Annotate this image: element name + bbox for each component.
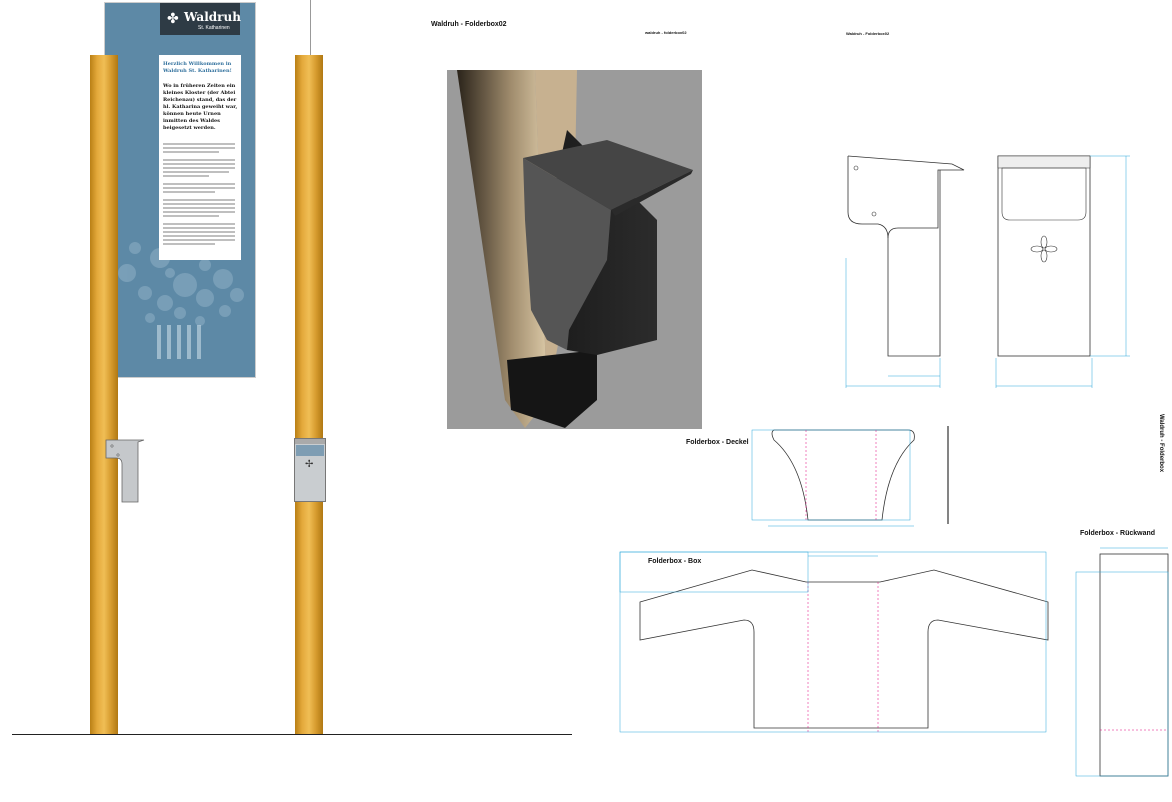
tech-title: Waldruh - Folderbox02 (846, 31, 890, 36)
folderbox-front-view: ✢ (294, 438, 326, 502)
vertical-title: Waldruh - Folderbox (1158, 413, 1165, 473)
folderbox-window (296, 445, 324, 456)
tech-side-elevation (845, 155, 965, 388)
sign-body-text-lines (163, 143, 235, 245)
tiny-center-title: waldruh - folderbox02 (645, 30, 687, 35)
sign-lead: Wo in früheren Zeiten ein kleines Kloste… (163, 83, 238, 131)
tech-box-drawing (619, 551, 1049, 733)
wooden-post-left (90, 55, 118, 735)
sign-text-panel: Herzlich Willkommen in Waldruh St. Katha… (159, 55, 241, 260)
tech-front-elevation (995, 155, 1130, 388)
flower-icon: ✢ (305, 459, 314, 470)
info-sign-board: ✤ Waldruh St. Katharinen Herzlich Willko… (104, 2, 256, 378)
render-title: Waldruh - Folderbox02 (431, 21, 507, 28)
folderbox-side-view (105, 439, 145, 503)
hanging-wire (310, 0, 311, 55)
folderbox-3d-render (447, 70, 702, 429)
deckel-title: Folderbox - Deckel (686, 439, 749, 446)
sign-welcome: Herzlich Willkommen in Waldruh St. Katha… (163, 61, 232, 74)
ground-line (12, 734, 572, 735)
tech-deckel-drawing (751, 426, 949, 527)
render-scene (457, 70, 693, 428)
tech-rueckwand-drawing (1075, 547, 1169, 777)
folderbox-lid-strip (295, 439, 325, 444)
rueckwand-title: Folderbox - Rückwand (1080, 530, 1156, 537)
wooden-post-right (295, 55, 323, 735)
